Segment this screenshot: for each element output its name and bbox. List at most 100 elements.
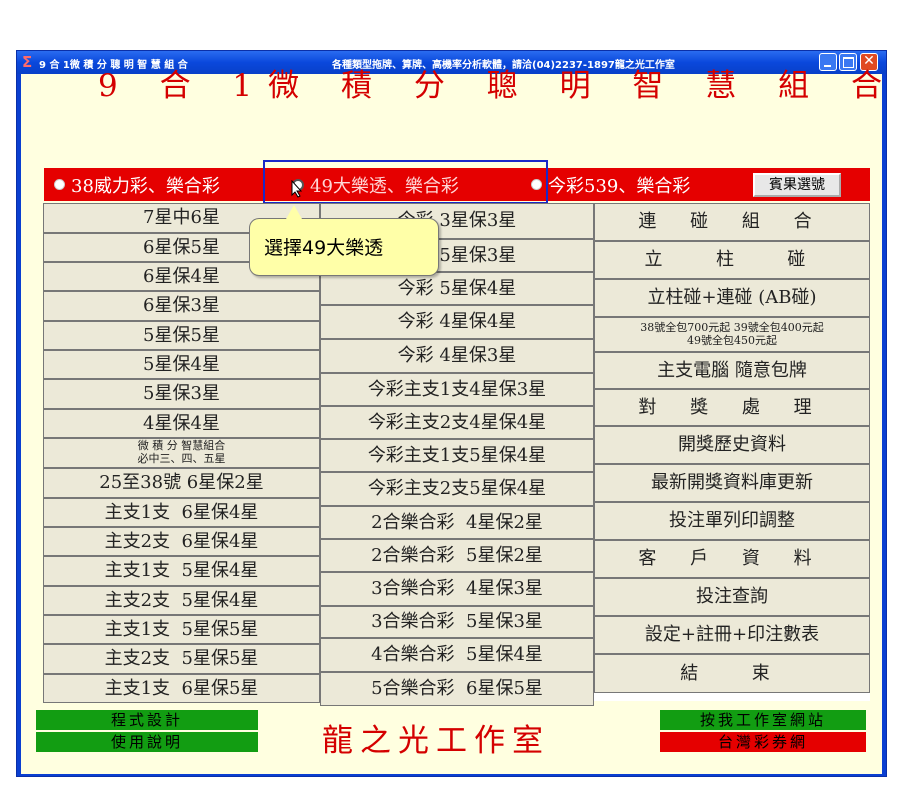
app-title: 9 合 1微 積 分 聰 明 智 慧 組 合 <box>98 68 898 104</box>
manual-button[interactable]: 使用說明 <box>36 732 258 752</box>
button-label: 今彩主支2支5星保4星 <box>367 478 547 499</box>
left-button-13[interactable]: 主支2支 5星保4星 <box>43 586 320 615</box>
radio-dot-icon <box>531 179 542 190</box>
callout-text: 選擇49大樂透 <box>264 237 384 259</box>
callout-tail <box>286 205 302 219</box>
left-button-7[interactable]: 4星保4星 <box>43 409 320 438</box>
button-label: 4星保4星 <box>143 412 220 434</box>
button-label: 對 獎 處 理 <box>638 396 826 418</box>
button-label: 5合樂合彩 6星保5星 <box>371 678 543 699</box>
left-button-14[interactable]: 主支1支 5星保5星 <box>43 615 320 644</box>
middle-button-14[interactable]: 5合樂合彩 6星保5星 <box>320 672 594 706</box>
left-button-12[interactable]: 主支1支 5星保4星 <box>43 556 320 586</box>
left-button-9[interactable]: 25至38號 6星保2星 <box>43 468 320 498</box>
left-button-8[interactable]: 微 積 分 智慧組合 必中三、四、五星 <box>43 438 320 468</box>
right-button-4[interactable]: 主支電腦 隨意包牌 <box>594 352 870 389</box>
button-label: 投注查詢 <box>696 586 768 607</box>
middle-button-6[interactable]: 今彩主支2支4星保4星 <box>320 406 594 439</box>
radio-label: 38威力彩、樂合彩 <box>71 175 220 197</box>
mouse-cursor-icon <box>291 180 303 198</box>
button-label: 4合樂合彩 5星保4星 <box>371 644 543 665</box>
app-sigma-icon: Σ <box>22 53 33 71</box>
radio-label: 今彩539、樂合彩 <box>548 175 691 197</box>
left-button-16[interactable]: 主支1支 6星保5星 <box>43 674 320 703</box>
button-label: 開獎歷史資料 <box>678 434 786 455</box>
studio-website-button[interactable]: 按我工作室網站 <box>660 710 866 730</box>
right-button-8[interactable]: 投注單列印調整 <box>594 502 870 540</box>
button-label: 今彩 4星保4星 <box>397 311 517 332</box>
button-label: 6星保4星 <box>143 265 220 287</box>
left-button-11[interactable]: 主支2支 6星保4星 <box>43 527 320 556</box>
button-label: 今彩 4星保3星 <box>397 345 517 366</box>
left-button-3[interactable]: 6星保3星 <box>43 291 320 321</box>
left-button-6[interactable]: 5星保3星 <box>43 379 320 409</box>
middle-button-3[interactable]: 今彩 4星保4星 <box>320 305 594 339</box>
middle-button-2[interactable]: 今彩 5星保4星 <box>320 272 594 305</box>
button-label: 設定+註冊+印注數表 <box>644 624 820 645</box>
button-label: 連 碰 組 合 <box>638 211 826 232</box>
button-label: 5星保3星 <box>143 383 220 404</box>
program-design-button[interactable]: 程式設計 <box>36 710 258 730</box>
button-label: 主支1支 6星保4星 <box>104 501 259 523</box>
right-button-10[interactable]: 投注查詢 <box>594 578 870 616</box>
left-button-15[interactable]: 主支2支 5星保5星 <box>43 644 320 674</box>
bingo-pick-button[interactable]: 賓果選號 <box>753 173 841 197</box>
button-label: 今彩 5星保4星 <box>397 277 517 299</box>
button-label: 2合樂合彩 4星保2星 <box>371 511 543 533</box>
lottery-type-bar: 38威力彩、樂合彩 49大樂透、樂合彩 今彩539、樂合彩 <box>44 168 870 201</box>
radio-539[interactable]: 今彩539、樂合彩 <box>531 168 690 201</box>
button-label: 主支1支 6星保5星 <box>104 677 259 699</box>
middle-button-8[interactable]: 今彩主支2支5星保4星 <box>320 472 594 506</box>
right-button-7[interactable]: 最新開獎資料庫更新 <box>594 464 870 502</box>
left-button-10[interactable]: 主支1支 6星保4星 <box>43 498 320 527</box>
button-label: 客 戶 資 料 <box>638 548 826 569</box>
button-label: 6星保3星 <box>143 295 220 316</box>
button-label: 主支電腦 隨意包牌 <box>657 359 807 381</box>
radio-49-lotto[interactable]: 49大樂透、樂合彩 <box>292 168 459 201</box>
middle-button-4[interactable]: 今彩 4星保3星 <box>320 339 594 373</box>
radio-dot-icon <box>54 179 65 190</box>
middle-button-5[interactable]: 今彩主支1支4星保3星 <box>320 373 594 406</box>
button-label: 主支2支 6星保4星 <box>104 530 259 552</box>
button-label: 立柱碰+連碰 (AB碰) <box>647 287 817 308</box>
button-label: 7星中6星 <box>143 207 220 228</box>
button-label: 5星保5星 <box>143 324 220 346</box>
studio-name: 龍之光工作室 <box>322 723 550 759</box>
button-label: 3合樂合彩 4星保3星 <box>371 578 543 599</box>
function-grid: 7星中6星 6星保5星 6星保4星 6星保3星 5星保5星 5星保4星 5星保3星 4星保4星… <box>43 203 870 706</box>
button-label: 投注單列印調整 <box>669 510 795 531</box>
button-label: 主支1支 5星保5星 <box>104 618 259 640</box>
button-label-line: 必中三、四、五星 <box>137 452 226 465</box>
middle-button-12[interactable]: 3合樂合彩 5星保3星 <box>320 606 594 638</box>
right-button-11[interactable]: 設定+註冊+印注數表 <box>594 616 870 654</box>
button-label: 結 束 <box>680 662 784 684</box>
right-button-9[interactable]: 客 戶 資 料 <box>594 540 870 578</box>
middle-button-11[interactable]: 3合樂合彩 4星保3星 <box>320 572 594 606</box>
button-label: 立 柱 碰 <box>644 249 820 270</box>
lottery-site-button[interactable]: 台灣彩券網 <box>660 732 866 752</box>
right-button-3[interactable]: 38號全包700元起 39號全包400元起 49號全包450元起 <box>594 317 870 352</box>
right-button-1[interactable]: 立 柱 碰 <box>594 241 870 279</box>
right-button-12[interactable]: 結 束 <box>594 654 870 693</box>
left-button-4[interactable]: 5星保5星 <box>43 321 320 350</box>
right-button-6[interactable]: 開獎歷史資料 <box>594 426 870 464</box>
middle-button-10[interactable]: 2合樂合彩 5星保2星 <box>320 539 594 572</box>
button-label: 今彩主支2支4星保4星 <box>367 411 547 433</box>
right-button-5[interactable]: 對 獎 處 理 <box>594 389 870 426</box>
button-label: 6星保5星 <box>143 236 220 258</box>
right-button-0[interactable]: 連 碰 組 合 <box>594 203 870 241</box>
right-button-2[interactable]: 立柱碰+連碰 (AB碰) <box>594 279 870 317</box>
button-label: 今彩主支1支5星保4星 <box>367 444 547 466</box>
button-label: 主支1支 5星保4星 <box>104 560 259 581</box>
middle-button-9[interactable]: 2合樂合彩 4星保2星 <box>320 506 594 539</box>
button-label: 主支2支 5星保5星 <box>104 648 259 669</box>
button-label: 3合樂合彩 5星保3星 <box>371 611 543 632</box>
radio-label: 49大樂透、樂合彩 <box>310 175 459 197</box>
button-label: 今彩主支1支4星保3星 <box>367 378 547 400</box>
left-button-5[interactable]: 5星保4星 <box>43 350 320 379</box>
hint-callout: 選擇49大樂透 <box>249 205 439 276</box>
button-label: 主支2支 5星保4星 <box>104 589 259 611</box>
radio-38-power[interactable]: 38威力彩、樂合彩 <box>54 168 220 201</box>
middle-button-7[interactable]: 今彩主支1支5星保4星 <box>320 439 594 472</box>
middle-button-13[interactable]: 4合樂合彩 5星保4星 <box>320 638 594 672</box>
